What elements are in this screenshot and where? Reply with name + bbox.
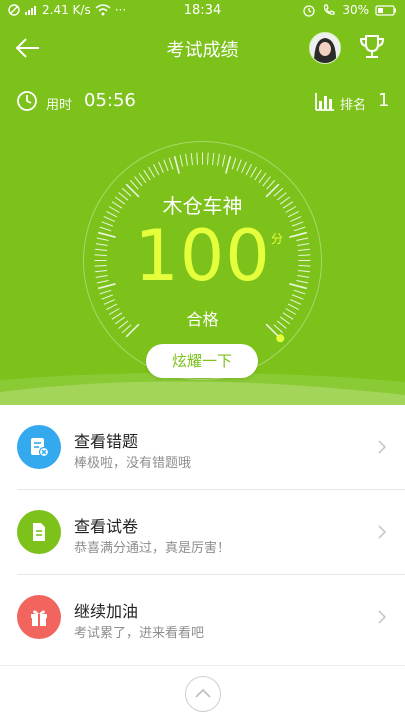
gauge-tick — [185, 153, 188, 166]
action-title: 查看试卷 — [74, 517, 139, 536]
battery-level: 30% — [342, 3, 369, 17]
rank-label: 排名 — [340, 98, 367, 113]
pass-status: 合格 — [186, 310, 219, 329]
chevron-right-icon — [378, 525, 387, 539]
chevron-up-icon[interactable] — [185, 676, 221, 712]
score-unit: 分 — [271, 232, 284, 246]
time-label: 用时 — [46, 98, 73, 113]
page-title: 考试成绩 — [166, 40, 239, 61]
gauge-tick — [153, 164, 160, 176]
bottom-bar — [0, 665, 405, 721]
action-subtitle: 考试累了，进来看看吧 — [74, 626, 205, 641]
rank-chart-icon — [315, 93, 334, 111]
gauge-tick — [245, 164, 252, 176]
gauge-tick — [254, 169, 262, 181]
action-subtitle: 棒极啦，没有错题哦 — [74, 456, 192, 471]
wrong-questions-icon — [17, 425, 61, 469]
gauge-tick — [236, 159, 242, 172]
paper-glyph — [33, 523, 45, 541]
gauge-tick — [231, 157, 237, 170]
share-button[interactable]: 炫耀一下 — [146, 344, 258, 378]
wrong-questions-glyph — [31, 438, 50, 458]
gauge-tick — [289, 299, 302, 305]
call-icon — [324, 4, 335, 15]
action-subtitle: 恭喜满分通过，真是厉害！ — [74, 541, 231, 556]
rank-value: 1 — [378, 90, 390, 111]
gauge-tick — [158, 161, 164, 174]
gauge-tick — [179, 154, 184, 167]
action-row-keep-going[interactable]: 继续加油 考试累了，进来看看吧 — [0, 575, 405, 659]
battery-icon — [375, 5, 396, 16]
gauge-tick — [190, 153, 193, 166]
gauge-tick — [129, 179, 139, 190]
gauge-tick — [196, 152, 198, 165]
clock-icon — [17, 91, 37, 111]
avatar[interactable] — [309, 32, 341, 64]
chevron-right-icon — [378, 440, 387, 454]
gauge-tick — [173, 155, 180, 174]
gauge-tick — [168, 157, 174, 170]
gauge-tick — [241, 161, 247, 174]
gauge-tick — [207, 152, 209, 165]
action-list: 查看错题 棒极啦，没有错题哦 查看试卷 恭喜满分通过，真是厉害！ 继续加油 考试… — [0, 405, 405, 665]
avatar-image — [310, 33, 340, 63]
status-right: 30% — [302, 3, 397, 17]
status-bar: 2.41 K/s ··· 18:34 30% — [0, 0, 405, 22]
gauge-tick — [217, 153, 220, 166]
action-row-view-paper[interactable]: 查看试卷 恭喜满分通过，真是厉害！ — [0, 490, 405, 574]
gauge-tick — [258, 172, 267, 184]
gauge-tick — [148, 166, 155, 178]
gauge-tick — [262, 176, 271, 187]
paper-icon — [17, 510, 61, 554]
gauge-tick — [225, 155, 232, 174]
action-row-wrong-questions[interactable]: 查看错题 棒极啦，没有错题哦 — [0, 405, 405, 489]
top-bar: 考试成绩 — [0, 26, 405, 70]
gauge-marker — [276, 334, 285, 343]
stats-row: 用时 05:56 排名 1 — [0, 88, 405, 118]
gauge-tick — [143, 169, 151, 181]
score-value: 100 — [134, 215, 271, 297]
alarm-icon — [303, 5, 315, 17]
gauge-tick — [266, 179, 276, 190]
gauge-tick — [163, 159, 169, 172]
gauge-tick — [134, 176, 143, 187]
gift-icon — [17, 595, 61, 639]
gift-glyph — [31, 610, 47, 626]
gauge-tick — [212, 153, 215, 166]
gauge-tick — [221, 154, 226, 167]
gauge-tick — [250, 166, 257, 178]
time-value: 05:56 — [84, 90, 136, 111]
chevron-right-icon — [378, 610, 387, 624]
gauge-tick — [138, 172, 147, 184]
trophy-icon[interactable] — [357, 32, 387, 62]
gauge-tick — [103, 299, 116, 305]
action-title: 查看错题 — [74, 432, 139, 451]
action-title: 继续加油 — [74, 602, 139, 621]
